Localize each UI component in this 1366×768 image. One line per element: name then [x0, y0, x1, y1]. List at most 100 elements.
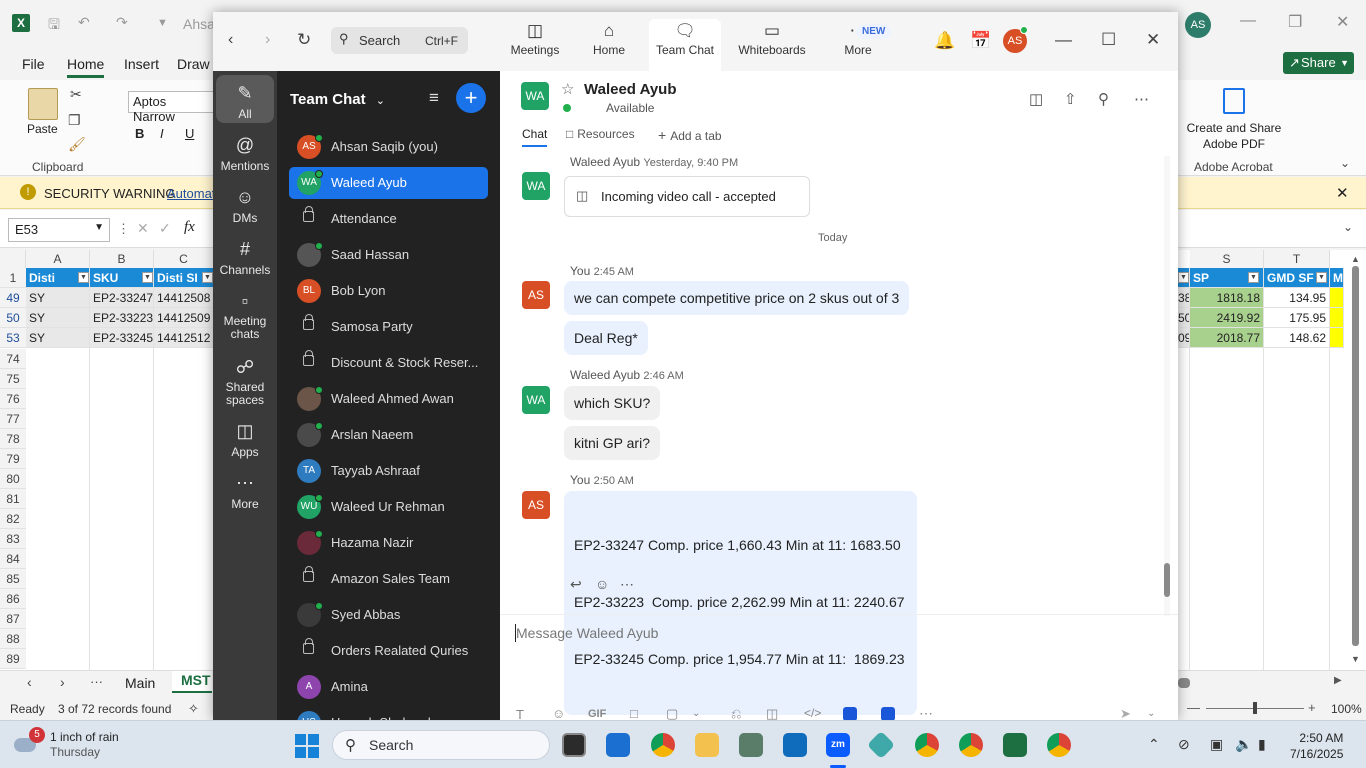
- gif-button[interactable]: GIF: [588, 708, 606, 720]
- cancel-formula-icon[interactable]: ✕: [137, 220, 149, 237]
- chat-scrollbar-thumb[interactable]: [1164, 563, 1170, 597]
- more-tools-icon[interactable]: ⋯: [919, 705, 933, 720]
- search-icon[interactable]: ⚲: [1098, 90, 1109, 108]
- tab-home[interactable]: ⌂ Home: [581, 19, 637, 71]
- excel-account-avatar[interactable]: AS: [1185, 12, 1211, 38]
- row-header[interactable]: 82: [0, 509, 26, 529]
- rail-all[interactable]: ✎ All: [216, 75, 274, 123]
- table-cell[interactable]: 148.62: [1264, 328, 1330, 348]
- my-avatar[interactable]: AS: [522, 281, 550, 309]
- table-cell[interactable]: [1330, 308, 1344, 328]
- back-icon[interactable]: ‹: [228, 31, 233, 49]
- history-icon[interactable]: ↻: [297, 30, 311, 50]
- contact-list-item[interactable]: Samosa Party: [289, 311, 488, 343]
- scroll-up-icon[interactable]: ▲: [1351, 254, 1360, 264]
- filter-dropdown-icon[interactable]: ▼: [1248, 272, 1259, 283]
- contact-list-item[interactable]: Saad Hassan: [289, 239, 488, 271]
- filter-dropdown-icon[interactable]: ▼: [202, 272, 213, 283]
- rail-apps[interactable]: ◫ Apps: [213, 419, 277, 459]
- volume-icon[interactable]: 🔈: [1235, 736, 1252, 753]
- maximize-icon[interactable]: ☐: [1101, 30, 1116, 50]
- table-cell[interactable]: 14412512: [154, 328, 214, 348]
- tab-team-chat[interactable]: 🗨 Team Chat: [649, 19, 721, 71]
- row-header[interactable]: 88: [0, 629, 26, 649]
- italic-button[interactable]: I: [160, 126, 164, 141]
- paste-button[interactable]: Paste: [27, 122, 58, 136]
- security-warning-link[interactable]: Automat: [167, 186, 215, 201]
- rail-meeting-chats[interactable]: ▫ Meeting chats: [213, 289, 277, 341]
- row-header[interactable]: 81: [0, 489, 26, 509]
- row-header[interactable]: 1: [0, 268, 26, 288]
- message-bubble[interactable]: Deal Reg*: [564, 321, 648, 355]
- tab-resources[interactable]: □ Resources: [566, 127, 635, 141]
- row-header[interactable]: 89: [0, 649, 26, 669]
- menu-draw[interactable]: Draw: [177, 56, 210, 72]
- vertical-scrollbar-thumb[interactable]: [1352, 266, 1359, 646]
- chrome-profile-icon[interactable]: [959, 733, 983, 757]
- ribbon-collapse-icon[interactable]: ⌄: [1340, 156, 1350, 170]
- accessibility-icon[interactable]: ✧: [188, 701, 199, 717]
- message-bubble[interactable]: which SKU?: [564, 386, 661, 420]
- tab-chat[interactable]: Chat: [522, 127, 548, 147]
- contact-list-item[interactable]: Orders Realated Quries: [289, 635, 488, 667]
- contact-list-item[interactable]: Amazon Sales Team: [289, 563, 488, 595]
- redo-icon[interactable]: ↷: [116, 14, 128, 31]
- zoom-level[interactable]: 100%: [1331, 702, 1362, 716]
- sheet-tab-main[interactable]: Main: [125, 675, 155, 691]
- more-sheets-button[interactable]: ···: [90, 674, 103, 689]
- qat-dropdown-icon[interactable]: ▼: [157, 17, 168, 29]
- row-header[interactable]: 74: [0, 349, 26, 369]
- emoji-icon[interactable]: ☺: [552, 706, 565, 720]
- enter-formula-icon[interactable]: ✓: [159, 220, 171, 237]
- send-icon[interactable]: ➤: [1120, 706, 1131, 720]
- table-cell[interactable]: EP2-33245: [90, 328, 154, 348]
- contact-list-item[interactable]: TA Tayyab Ashraaf: [289, 455, 488, 487]
- paste-icon[interactable]: [28, 88, 58, 120]
- filter-dropdown-icon[interactable]: ▼: [1178, 272, 1189, 283]
- scroll-right-icon[interactable]: ▶: [1334, 675, 1342, 686]
- chat-contact-name[interactable]: Waleed Ayub: [584, 81, 677, 98]
- table-cell[interactable]: SY: [26, 288, 90, 308]
- row-header[interactable]: 78: [0, 429, 26, 449]
- calendar-icon[interactable]: 📅: [970, 31, 991, 51]
- forward-icon[interactable]: ›: [265, 31, 270, 49]
- excel-icon[interactable]: [1003, 733, 1027, 757]
- add-tab-button[interactable]: + Add a tab: [658, 127, 722, 143]
- contact-list-item[interactable]: AS Ahsan Saqib (you): [289, 131, 488, 163]
- rail-channels[interactable]: # Channels: [213, 237, 277, 277]
- horizontal-scrollbar-thumb[interactable]: [1178, 678, 1190, 688]
- weather-widget[interactable]: 1 inch of rain Thursday: [50, 730, 119, 760]
- send-options-icon[interactable]: ⌄: [1147, 708, 1155, 719]
- message-composer[interactable]: Message Waleed Ayub T ☺ GIF □ ▢ ⌄ ⎌ ◫ </…: [500, 614, 1178, 720]
- app-icon[interactable]: [866, 730, 896, 760]
- rail-dms[interactable]: ☺ DMs: [213, 185, 277, 225]
- sheet-tab-mst[interactable]: MST: [172, 671, 212, 693]
- contact-list-item[interactable]: Attendance: [289, 203, 488, 235]
- adobe-pdf-icon[interactable]: [1223, 88, 1245, 114]
- contact-list-item[interactable]: Waleed Ahmed Awan: [289, 383, 488, 415]
- contact-list-item[interactable]: Syed Abbas: [289, 599, 488, 631]
- more-options-icon[interactable]: ⋯: [1134, 90, 1149, 108]
- contact-list-item[interactable]: HSHaseeb Shahzad: [289, 707, 488, 720]
- taskbar-search[interactable]: ⚲ Search: [332, 730, 550, 760]
- more-actions-icon[interactable]: ⋯: [620, 576, 634, 593]
- row-header[interactable]: 87: [0, 609, 26, 629]
- formula-expand-icon[interactable]: ⌄: [1343, 220, 1353, 234]
- display-icon[interactable]: ▣: [1210, 736, 1223, 753]
- message-bubble[interactable]: kitni GP ari?: [564, 426, 660, 460]
- rail-shared-spaces[interactable]: ☍ Shared spaces: [213, 355, 277, 407]
- undo-icon[interactable]: ↶: [78, 14, 90, 31]
- windows-start-button[interactable]: [295, 734, 319, 758]
- screenshot-icon[interactable]: ▢: [666, 706, 678, 720]
- row-header[interactable]: 50: [0, 308, 26, 328]
- prev-sheet-icon[interactable]: ‹: [27, 674, 32, 690]
- reply-icon[interactable]: ↩: [570, 576, 582, 593]
- bold-button[interactable]: B: [135, 126, 144, 141]
- formula-more-icon[interactable]: ⋮: [117, 221, 130, 237]
- message-bubble[interactable]: we can compete competitive price on 2 sk…: [564, 281, 910, 315]
- copy-icon[interactable]: ❐: [68, 112, 81, 129]
- table-header-cell[interactable]: M: [1330, 268, 1344, 288]
- file-explorer-icon[interactable]: [695, 733, 719, 757]
- table-cell[interactable]: EP2-33247: [90, 288, 154, 308]
- notifications-bell-icon[interactable]: 🔔: [934, 31, 955, 51]
